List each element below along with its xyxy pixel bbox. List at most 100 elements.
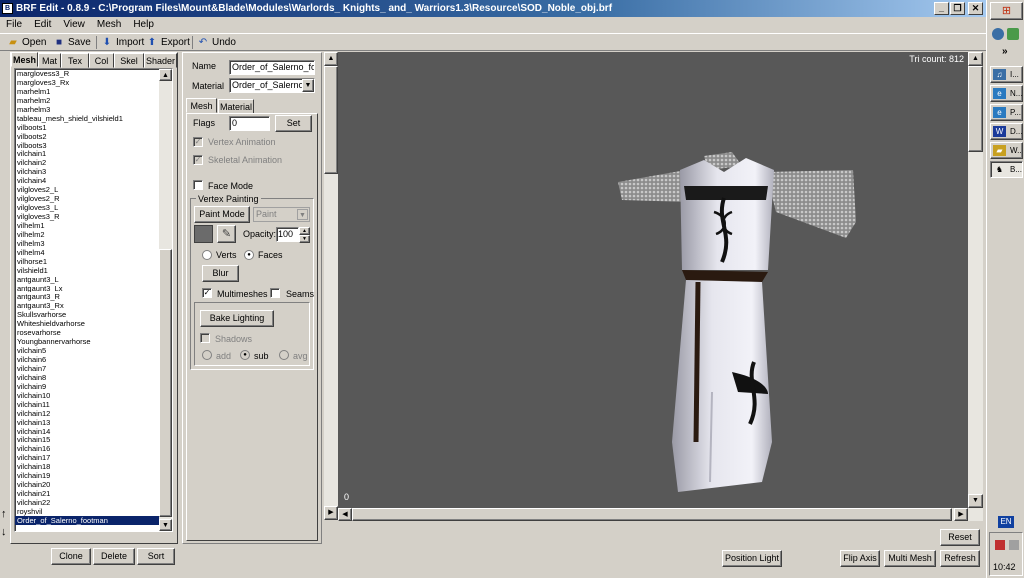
chevron-right-icon[interactable]: » bbox=[1002, 46, 1008, 57]
verts-radio[interactable] bbox=[202, 250, 212, 260]
mesh-list-item[interactable]: vilhelm2 bbox=[15, 230, 172, 239]
mesh-list-item[interactable]: vilchain19 bbox=[15, 471, 172, 480]
mesh-list-item[interactable]: antgaunt3_R bbox=[15, 292, 172, 301]
mesh-list-item[interactable]: vilhelm3 bbox=[15, 239, 172, 248]
mesh-list-item[interactable]: marhelm2 bbox=[15, 96, 172, 105]
mesh-list[interactable]: marglovess3_R margloves3_Rx marhelm1 marhel… bbox=[14, 68, 173, 532]
name-input[interactable]: Order_of_Salerno_foot bbox=[229, 60, 315, 75]
menu-mesh[interactable]: Mesh bbox=[91, 17, 127, 32]
mesh-list-item[interactable]: royshvil bbox=[15, 507, 172, 516]
mesh-list-item[interactable]: antgaunt3_Lx bbox=[15, 284, 172, 293]
reset-button[interactable]: Reset bbox=[940, 529, 980, 546]
taskbar-item-1[interactable]: ♫ I... bbox=[990, 66, 1023, 83]
spin-down-icon[interactable]: ▼ bbox=[299, 235, 310, 243]
network-icon[interactable] bbox=[995, 540, 1005, 550]
subtab-material[interactable]: Material bbox=[218, 99, 254, 114]
mesh-list-item[interactable]: Youngbannervarhorse bbox=[15, 337, 172, 346]
face-mode-checkbox[interactable] bbox=[193, 180, 203, 190]
close-button[interactable]: ✕ bbox=[968, 2, 983, 15]
mesh-list-item[interactable]: vilchain2 bbox=[15, 158, 172, 167]
messenger-icon[interactable] bbox=[1007, 28, 1019, 40]
sort-button[interactable]: Sort bbox=[137, 548, 175, 565]
browser-icon[interactable] bbox=[992, 28, 1004, 40]
multi-mesh-button[interactable]: Multi Mesh bbox=[884, 550, 936, 567]
mesh-list-item[interactable]: vilshield1 bbox=[15, 266, 172, 275]
mesh-list-item[interactable]: Skullsvarhorse bbox=[15, 310, 172, 319]
mesh-list-item[interactable]: vilchain16 bbox=[15, 444, 172, 453]
mesh-list-item[interactable]: rosevarhorse bbox=[15, 328, 172, 337]
tab-tex[interactable]: Tex bbox=[61, 53, 89, 68]
mesh-list-item[interactable]: vilchain13 bbox=[15, 418, 172, 427]
taskbar-item-4[interactable]: W D... bbox=[990, 123, 1023, 140]
scroll-up-icon[interactable]: ▲ bbox=[324, 52, 338, 66]
scroll-down-icon[interactable]: ▼ bbox=[159, 519, 172, 531]
mesh-list-item[interactable]: vilhelm1 bbox=[15, 221, 172, 230]
mesh-list-item[interactable]: vilchain20 bbox=[15, 480, 172, 489]
blur-button[interactable]: Blur bbox=[202, 265, 239, 282]
mesh-list-item[interactable]: marhelm1 bbox=[15, 87, 172, 96]
tab-col[interactable]: Col bbox=[89, 53, 114, 68]
mesh-list-item[interactable]: vilchain18 bbox=[15, 462, 172, 471]
mesh-list-item[interactable]: vilchain21 bbox=[15, 489, 172, 498]
mesh-list-item[interactable]: vilchain8 bbox=[15, 373, 172, 382]
mesh-list-item[interactable]: vilchain6 bbox=[15, 355, 172, 364]
multimeshes-checkbox[interactable]: ✓ bbox=[202, 288, 212, 298]
clone-button[interactable]: Clone bbox=[51, 548, 91, 565]
scroll-up-icon[interactable]: ▲ bbox=[968, 52, 983, 66]
scroll-right-icon[interactable]: ▶ bbox=[324, 506, 338, 520]
menu-help[interactable]: Help bbox=[127, 17, 160, 32]
mesh-list-item[interactable]: Order_of_Salerno_footman bbox=[15, 515, 172, 525]
move-up-icon[interactable]: ↑ bbox=[1, 508, 10, 520]
mesh-list-item[interactable]: Whiteshieldvarhorse bbox=[15, 319, 172, 328]
viewport-vscroll-left[interactable]: ▲ ▶ bbox=[324, 52, 338, 520]
mesh-list-item[interactable]: margloves3_Rx bbox=[15, 78, 172, 87]
mesh-list-item[interactable]: antgaunt3_Rx bbox=[15, 301, 172, 310]
mesh-list-item[interactable]: marhelm3 bbox=[15, 105, 172, 114]
mesh-list-item[interactable]: vilchain1 bbox=[15, 149, 172, 158]
mesh-list-item[interactable]: vilchain11 bbox=[15, 400, 172, 409]
taskbar-item-3[interactable]: e P... bbox=[990, 104, 1023, 121]
position-light-button[interactable]: Position Light bbox=[722, 550, 782, 567]
move-down-icon[interactable]: ↓ bbox=[1, 526, 10, 538]
opacity-input[interactable]: 100 bbox=[276, 227, 299, 242]
faces-radio[interactable]: ● bbox=[244, 250, 254, 260]
mesh-list-item[interactable]: vilchain14 bbox=[15, 427, 172, 436]
eyedropper-icon[interactable]: ✎ bbox=[217, 225, 236, 243]
chevron-down-icon[interactable]: ▼ bbox=[302, 79, 314, 92]
maximize-button[interactable]: ❐ bbox=[950, 2, 965, 15]
tab-skel[interactable]: Skel bbox=[114, 53, 144, 68]
paint-color-swatch[interactable] bbox=[194, 225, 213, 243]
mesh-list-item[interactable]: vilchain15 bbox=[15, 435, 172, 444]
save-button[interactable]: ■ Save bbox=[52, 35, 91, 50]
subtab-mesh[interactable]: Mesh bbox=[186, 98, 217, 113]
scroll-thumb[interactable] bbox=[968, 66, 983, 152]
tab-mat[interactable]: Mat bbox=[38, 53, 61, 68]
undo-button[interactable]: ↶ Undo bbox=[196, 35, 236, 50]
flip-axis-button[interactable]: Flip Axis bbox=[840, 550, 880, 567]
flags-input[interactable]: 0 bbox=[229, 116, 270, 131]
tab-shader[interactable]: Shader bbox=[144, 53, 177, 68]
mesh-list-item[interactable]: marglovess3_R bbox=[15, 69, 172, 78]
spin-up-icon[interactable]: ▲ bbox=[299, 227, 310, 235]
paint-mode-button[interactable]: Paint Mode bbox=[194, 206, 250, 223]
open-button[interactable]: ▰ Open bbox=[6, 35, 46, 50]
mesh-list-item[interactable]: vilchain22 bbox=[15, 498, 172, 507]
scroll-thumb[interactable] bbox=[159, 249, 172, 517]
start-icon[interactable]: ⊞ bbox=[990, 2, 1023, 20]
bake-lighting-button[interactable]: Bake Lighting bbox=[200, 310, 274, 327]
mesh-list-item[interactable]: vilchain7 bbox=[15, 364, 172, 373]
mesh-list-item[interactable]: vilgloves3_R bbox=[15, 212, 172, 221]
scroll-thumb[interactable] bbox=[352, 508, 952, 521]
viewport-vscroll-right[interactable]: ▲ ▼ bbox=[968, 52, 983, 508]
mesh-list-item[interactable]: vilchain5 bbox=[15, 346, 172, 355]
seams-checkbox[interactable] bbox=[270, 288, 280, 298]
menu-file[interactable]: File bbox=[0, 17, 28, 32]
mesh-list-item[interactable]: vilhelm4 bbox=[15, 248, 172, 257]
viewport-hscroll[interactable]: ◀ ▶ bbox=[338, 508, 983, 521]
taskbar-item-6-active[interactable]: ♞ B... bbox=[990, 161, 1023, 178]
mesh-list-item[interactable]: antgaunt3_L bbox=[15, 275, 172, 284]
mesh-list-item[interactable]: vilgloves2_L bbox=[15, 185, 172, 194]
mesh-list-item[interactable]: vilgloves2_R bbox=[15, 194, 172, 203]
scroll-thumb[interactable] bbox=[324, 66, 338, 174]
taskbar-item-5[interactable]: ▰ W... bbox=[990, 142, 1023, 159]
